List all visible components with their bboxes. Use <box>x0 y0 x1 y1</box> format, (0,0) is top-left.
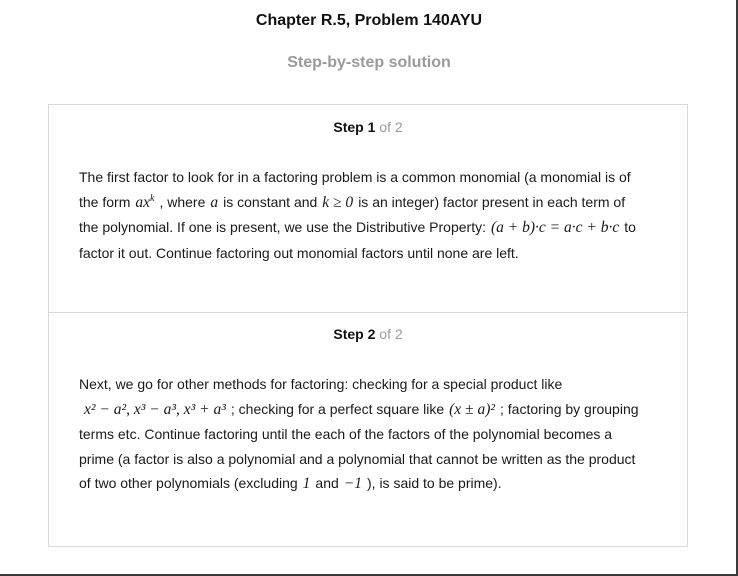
chapter-title: Chapter R.5, Problem 140AYU <box>255 12 483 29</box>
step-text: of two other polynomials (excluding <box>79 475 298 491</box>
step-1-body: The first factor to look for in a factor… <box>79 165 664 265</box>
step-2-line-5: of two other polynomials (excluding 1 and −… <box>79 471 664 497</box>
step-text: ; checking for a perfect square like <box>230 400 445 417</box>
one-value: 1 <box>302 475 311 492</box>
step-text: the polynomial. If one is present, we us… <box>79 219 486 235</box>
minus-one-value: −1 <box>343 475 362 492</box>
step-text: , where <box>159 193 206 210</box>
step-text: terms etc. Continue factoring until the … <box>79 426 613 442</box>
step-text: is an integer) factor present in each te… <box>358 193 626 210</box>
step-2-body: Next, we go for other methods for factor… <box>79 372 664 497</box>
k-condition-expression: k ≥ 0 <box>322 193 354 211</box>
step-2-line-4: prime (a factor is also a polynomial and… <box>79 447 664 472</box>
step-text: ; factoring by grouping <box>500 400 639 417</box>
step-word: Step <box>333 119 364 135</box>
perfect-square-expression: (x ± a)² <box>449 400 495 418</box>
step-text: is constant and <box>223 193 318 210</box>
step-number: 2 <box>367 326 376 342</box>
step-text: the form <box>79 193 131 210</box>
step-text: and <box>315 475 339 491</box>
step-of-total: of 2 <box>379 119 403 135</box>
solution-subtitle: Step-by-step solution <box>287 54 451 71</box>
step-text: Next, we go for other methods for factor… <box>79 376 563 392</box>
monomial-exponent: k <box>150 192 155 204</box>
step-1-section: Step 1 of 2 The first factor to look for… <box>49 105 687 313</box>
monomial-base: ax <box>135 193 150 211</box>
step-text: to <box>624 219 636 235</box>
step-1-line-1: The first factor to look for in a factor… <box>79 165 664 190</box>
distributive-property-expression: (a + b)·c = a·c + b·c <box>490 219 620 236</box>
step-2-section: Step 2 of 2 Next, we go for other method… <box>49 312 687 546</box>
special-products-expression: x² − a², x³ − a³, x³ + a³ <box>84 400 226 418</box>
step-word: Step <box>333 326 364 342</box>
step-1-line-4: factor it out. Continue factoring out mo… <box>79 241 664 266</box>
step-text: ), is said to be prime). <box>367 475 502 491</box>
step-2-line-3: terms etc. Continue factoring until the … <box>79 422 664 447</box>
step-of-total: of 2 <box>379 326 403 342</box>
step-1-line-3: the polynomial. If one is present, we us… <box>79 215 664 241</box>
step-text: factor it out. Continue factoring out mo… <box>79 244 519 261</box>
monomial-expression: axk <box>135 192 155 211</box>
step-2-line-2: x² − a², x³ − a³, x³ + a³; checking for … <box>79 397 664 423</box>
solution-steps-container: Step 1 of 2 The first factor to look for… <box>48 104 688 547</box>
step-text: prime (a factor is also a polynomial and… <box>79 450 636 467</box>
step-number: 1 <box>367 119 376 135</box>
step-1-heading: Step 1 of 2 <box>49 119 687 135</box>
step-1-line-2: the form axk, where a is constant and k ≥ 0i… <box>79 190 664 216</box>
constant-symbol: a <box>210 193 219 211</box>
step-text: The first factor to look for in a factor… <box>79 169 631 185</box>
step-2-line-1: Next, we go for other methods for factor… <box>79 372 664 397</box>
step-2-heading: Step 2 of 2 <box>49 326 687 342</box>
